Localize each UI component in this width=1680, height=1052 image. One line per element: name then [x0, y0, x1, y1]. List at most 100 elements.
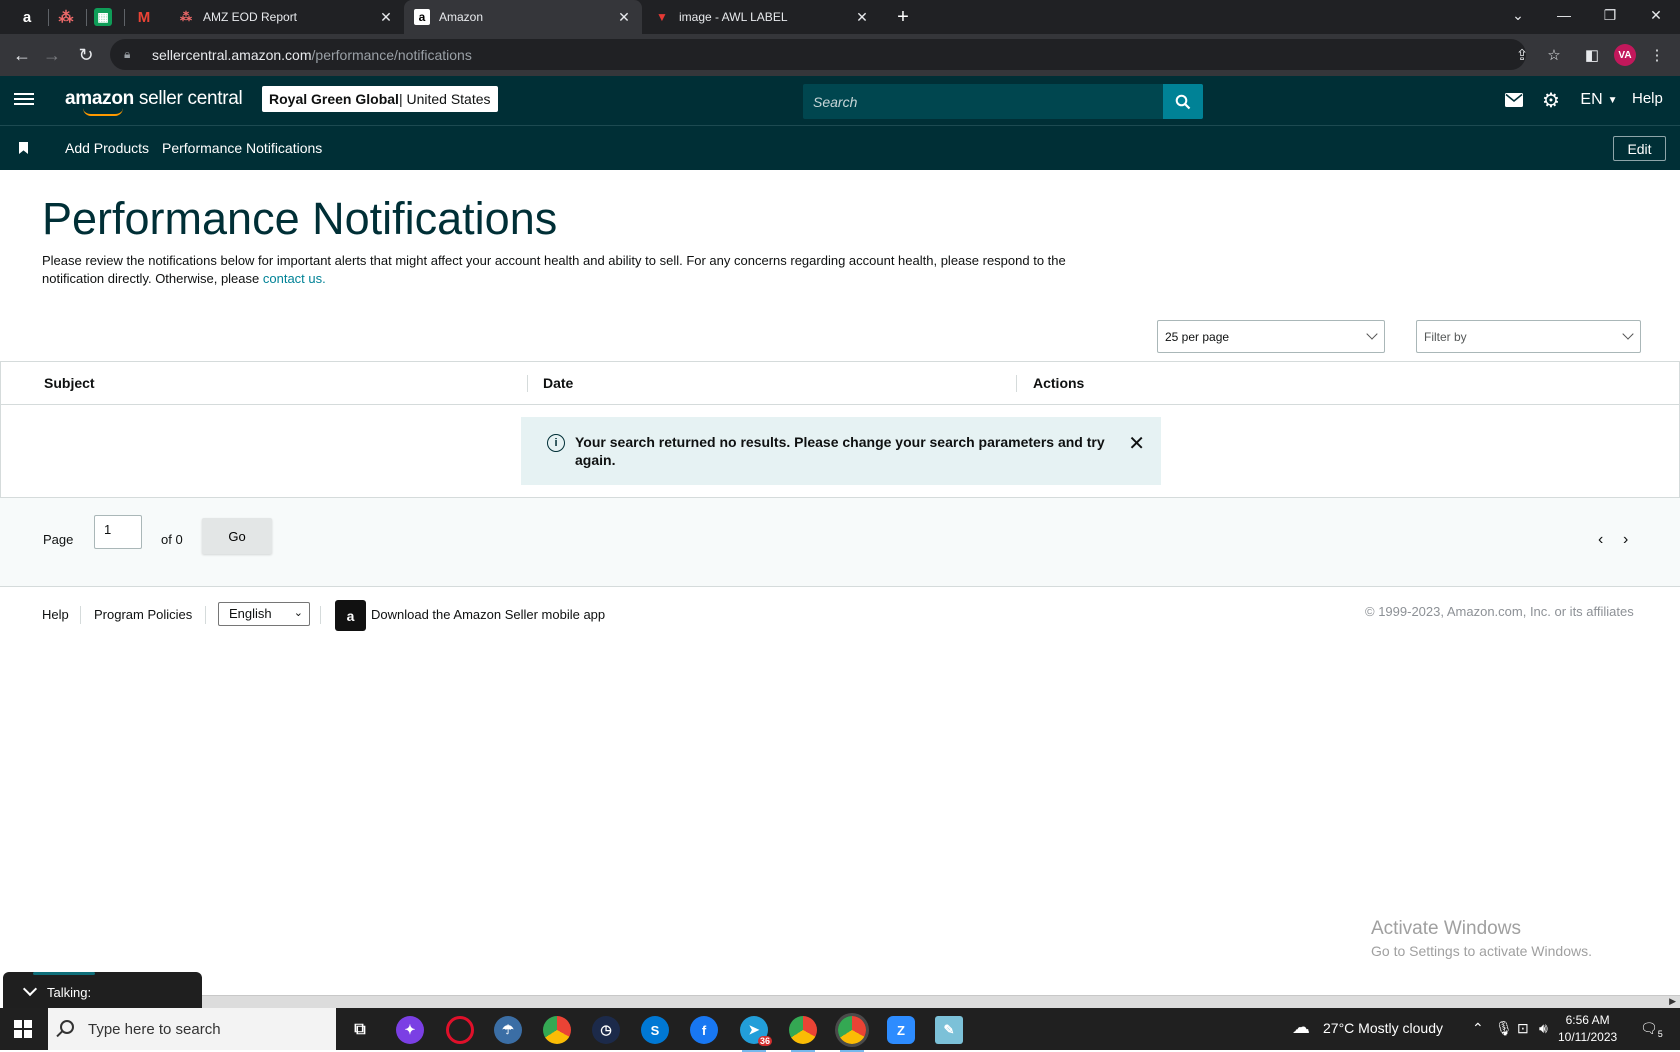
- close-window-button[interactable]: ✕: [1633, 0, 1679, 30]
- taskbar-telegram[interactable]: ➤ 36: [740, 1016, 772, 1052]
- asana-pinned-tab[interactable]: ⁂: [55, 6, 77, 28]
- tray-chevron-up-icon[interactable]: ⌃: [1472, 1020, 1484, 1037]
- taskbar-chrome-profile-va[interactable]: [838, 1016, 866, 1052]
- column-divider: [1016, 375, 1017, 392]
- tab-image-awl-label[interactable]: ▼ image - AWL LABEL ✕: [644, 0, 880, 34]
- task-view-button[interactable]: ⧉: [346, 1016, 374, 1044]
- amazon-seller-app-icon[interactable]: a: [335, 600, 366, 631]
- taskbar-notepad[interactable]: ✎: [935, 1016, 963, 1044]
- notifications-table: Subject Date Actions i Your search retur…: [0, 361, 1680, 498]
- taskbar-chrome[interactable]: [543, 1016, 571, 1044]
- clock-date: 10/11/2023: [1558, 1030, 1618, 1044]
- network-icon[interactable]: ⊡: [1517, 1020, 1529, 1037]
- mail-icon: [1505, 93, 1523, 107]
- header-help-link[interactable]: Help: [1632, 90, 1663, 107]
- language-dropdown[interactable]: EN ▼: [1580, 87, 1618, 113]
- chevron-down-icon[interactable]: [22, 981, 38, 997]
- bookmark-button[interactable]: ☆: [1542, 43, 1566, 67]
- header-search-input[interactable]: Search: [803, 84, 1203, 119]
- header-search-button[interactable]: [1163, 84, 1203, 119]
- footer-language-select[interactable]: English ⌄: [218, 602, 310, 626]
- close-icon[interactable]: ✕: [378, 9, 394, 26]
- browser-toolbar: ← → ↻ 🔒︎ sellercentral.amazon.com/perfor…: [0, 34, 1680, 76]
- address-bar[interactable]: 🔒︎ sellercentral.amazon.com/performance/…: [110, 39, 1526, 70]
- subnav-add-products[interactable]: Add Products: [65, 140, 149, 156]
- watermark-subtitle: Go to Settings to activate Windows.: [1371, 943, 1592, 959]
- forward-button[interactable]: →: [39, 42, 65, 68]
- messages-button[interactable]: [1503, 87, 1525, 113]
- share-button[interactable]: ⇪: [1510, 43, 1534, 67]
- more-vert-icon: ⋮: [1649, 47, 1665, 64]
- prev-page-button[interactable]: ‹: [1598, 531, 1603, 549]
- taskbar-zoom[interactable]: Z: [887, 1016, 915, 1044]
- reload-button[interactable]: ↻: [73, 42, 99, 68]
- taskbar-facebook[interactable]: f: [690, 1016, 718, 1044]
- close-icon[interactable]: ✕: [1128, 431, 1145, 456]
- amazon-pinned-tab[interactable]: a: [16, 6, 38, 28]
- taskbar-messenger[interactable]: ✦: [396, 1016, 424, 1044]
- hamburger-menu-icon[interactable]: [14, 90, 34, 110]
- restore-button[interactable]: ❐: [1587, 0, 1633, 30]
- weather-text[interactable]: 27°C Mostly cloudy: [1323, 1020, 1443, 1036]
- seller-central-logo[interactable]: amazon seller central: [65, 88, 243, 116]
- new-tab-button[interactable]: +: [892, 6, 914, 28]
- minimize-button[interactable]: —: [1541, 0, 1587, 30]
- close-icon[interactable]: ✕: [616, 9, 632, 26]
- notification-center-icon[interactable]: 🗨︎5: [1640, 1020, 1663, 1039]
- browser-menu-button[interactable]: ⋮: [1645, 43, 1669, 67]
- filter-by-select[interactable]: Filter by: [1416, 320, 1641, 353]
- page-number-input[interactable]: 1: [94, 515, 142, 549]
- footer-divider: [80, 606, 81, 624]
- tab-divider: [86, 9, 87, 26]
- back-button[interactable]: ←: [9, 42, 35, 68]
- account-switcher[interactable]: Royal Green Global | United States: [262, 86, 498, 112]
- chevron-right-icon: ›: [1623, 531, 1629, 548]
- tab-amazon[interactable]: a Amazon ✕: [404, 0, 642, 34]
- go-button[interactable]: Go: [202, 518, 272, 554]
- bookmark-bar: Add Products Performance Notifications E…: [0, 125, 1680, 170]
- taskbar-app-balloon[interactable]: ☂: [494, 1016, 522, 1044]
- column-subject[interactable]: Subject: [44, 375, 95, 391]
- page-footer: Help Program Policies English ⌄ a Downloa…: [0, 600, 1680, 636]
- footer-help-link[interactable]: Help: [42, 607, 69, 622]
- description-text: Please review the notifications below fo…: [42, 253, 1066, 286]
- horizontal-scrollbar[interactable]: ▶: [202, 995, 1680, 1008]
- taskbar-clock[interactable]: 6:56 AM 10/11/2023: [1558, 1012, 1617, 1046]
- side-panel-button[interactable]: ◧: [1580, 43, 1604, 67]
- sheets-icon: ▦: [97, 10, 109, 24]
- contact-us-link[interactable]: contact us.: [263, 271, 326, 286]
- taskbar-clock-app[interactable]: ◷: [592, 1016, 620, 1044]
- bookmark-icon[interactable]: [19, 142, 28, 154]
- footer-program-policies-link[interactable]: Program Policies: [94, 607, 192, 622]
- download-app-link[interactable]: Download the Amazon Seller mobile app: [371, 607, 605, 622]
- taskbar-opera[interactable]: [446, 1016, 474, 1044]
- scroll-right-icon[interactable]: ▶: [1669, 996, 1676, 1007]
- subnav-performance-notifications[interactable]: Performance Notifications: [162, 140, 322, 156]
- windows-start-button[interactable]: [14, 1020, 32, 1038]
- restore-icon: ❐: [1603, 6, 1617, 23]
- search-icon: [60, 1020, 74, 1034]
- amazon-icon: a: [414, 9, 430, 25]
- next-page-button[interactable]: ›: [1623, 531, 1628, 549]
- volume-icon[interactable]: 🔊︎: [1539, 1020, 1548, 1037]
- close-icon[interactable]: ✕: [854, 9, 870, 26]
- taskbar-search-input[interactable]: Type here to search: [48, 1008, 336, 1050]
- per-page-select[interactable]: 25 per page: [1157, 320, 1385, 353]
- edit-bookmarks-button[interactable]: Edit: [1613, 136, 1666, 161]
- settings-button[interactable]: ⚙: [1540, 87, 1562, 113]
- gmail-pinned-tab[interactable]: M: [133, 6, 155, 28]
- pagination: Page 1 of 0 Go ‹ ›: [0, 498, 1680, 587]
- facebook-icon: f: [701, 1022, 707, 1038]
- column-date[interactable]: Date: [543, 375, 573, 391]
- tab-search-button[interactable]: ⌄: [1495, 0, 1541, 30]
- tab-amz-eod-report[interactable]: ⁂ AMZ EOD Report ✕: [168, 0, 404, 34]
- microphone-icon[interactable]: 🎙︎: [1495, 1020, 1513, 1037]
- zoom-icon: Z: [897, 1022, 905, 1038]
- taskbar-chrome-profile-w[interactable]: [789, 1016, 817, 1052]
- account-region: | United States: [398, 91, 491, 107]
- footer-divider: [205, 606, 206, 624]
- profile-avatar[interactable]: VA: [1614, 44, 1636, 66]
- talking-widget[interactable]: Talking:: [3, 972, 202, 1012]
- sheets-pinned-tab[interactable]: ▦: [94, 8, 112, 26]
- taskbar-skype[interactable]: S: [641, 1016, 669, 1044]
